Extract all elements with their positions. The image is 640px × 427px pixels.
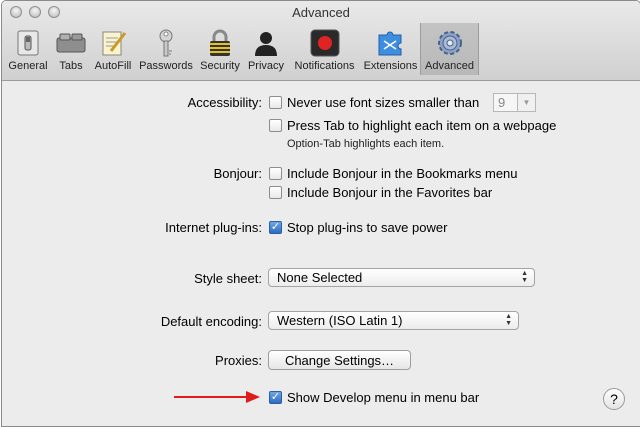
- internet-plugins-label: Internet plug-ins:: [165, 220, 262, 235]
- style-sheet-label: Style sheet:: [194, 271, 262, 286]
- press-tab-checkbox[interactable]: [269, 119, 282, 132]
- tab-label: Advanced: [425, 60, 474, 72]
- bonjour-favorites-option[interactable]: Include Bonjour in the Favorites bar: [269, 185, 492, 200]
- style-sheet-value: None Selected: [277, 270, 363, 285]
- tab-general[interactable]: General: [4, 23, 52, 75]
- stop-plugins-checkbox[interactable]: ✓: [269, 221, 282, 234]
- press-tab-option[interactable]: Press Tab to highlight each item on a we…: [269, 118, 556, 133]
- autofill-icon: [98, 28, 128, 58]
- notification-icon: [310, 28, 340, 58]
- default-encoding-label: Default encoding:: [160, 314, 262, 329]
- general-switch-icon: [13, 28, 43, 58]
- bonjour-label: Bonjour:: [213, 166, 262, 181]
- stop-plugins-label: Stop plug-ins to save power: [287, 220, 448, 235]
- tab-autofill[interactable]: AutoFill: [90, 23, 136, 75]
- default-encoding-value: Western (ISO Latin 1): [277, 313, 403, 328]
- tab-advanced[interactable]: Advanced: [420, 23, 479, 75]
- up-down-arrows-icon: ▲ ▼: [521, 270, 528, 284]
- show-develop-menu-option[interactable]: ✓ Show Develop menu in menu bar: [269, 390, 479, 405]
- min-font-size-select[interactable]: 9: [493, 93, 518, 112]
- key-icon: [151, 28, 181, 58]
- tab-label: Security: [200, 60, 240, 72]
- silhouette-icon: [251, 28, 281, 58]
- bonjour-bookmarks-option[interactable]: Include Bonjour in the Bookmarks menu: [269, 166, 518, 181]
- chevron-down-icon: ▼: [522, 98, 531, 107]
- red-arrow-annotation: [174, 391, 260, 403]
- tab-privacy[interactable]: Privacy: [244, 23, 288, 75]
- padlock-icon: [205, 28, 235, 58]
- stop-plugins-option[interactable]: ✓ Stop plug-ins to save power: [269, 220, 447, 235]
- min-font-size-checkbox[interactable]: [269, 96, 282, 109]
- checkmark-icon: ✓: [270, 391, 281, 403]
- show-develop-menu-checkbox[interactable]: ✓: [269, 391, 282, 404]
- tabs-icon: [56, 28, 86, 58]
- help-button[interactable]: ?: [603, 388, 625, 410]
- up-down-arrows-icon: ▲ ▼: [505, 313, 512, 327]
- tab-label: Privacy: [247, 60, 285, 72]
- press-tab-label: Press Tab to highlight each item on a we…: [287, 118, 557, 133]
- tab-passwords[interactable]: Passwords: [136, 23, 196, 75]
- title-bar: Advanced General Tabs AutoFill Passwords…: [2, 1, 640, 81]
- tab-tabs[interactable]: Tabs: [52, 23, 90, 75]
- min-font-size-value: 9: [498, 95, 506, 110]
- tab-label: AutoFill: [94, 60, 132, 72]
- option-tab-note: Option-Tab highlights each item.: [287, 138, 445, 150]
- gears-icon: [435, 28, 465, 58]
- puzzle-icon: [376, 28, 406, 58]
- tab-security[interactable]: Security: [196, 23, 244, 75]
- min-font-size-option[interactable]: Never use font sizes smaller than: [269, 95, 479, 110]
- bonjour-favorites-checkbox[interactable]: [269, 186, 282, 199]
- tab-label: Passwords: [139, 60, 193, 72]
- tab-label: Notifications: [294, 60, 355, 72]
- proxies-label: Proxies:: [215, 353, 262, 368]
- bonjour-bookmarks-label: Include Bonjour in the Bookmarks menu: [287, 166, 518, 181]
- window-title: Advanced: [292, 5, 350, 20]
- min-font-size-dropdown[interactable]: ▼: [518, 93, 536, 112]
- tab-extensions[interactable]: Extensions: [361, 23, 420, 75]
- show-develop-menu-label: Show Develop menu in menu bar: [287, 390, 480, 405]
- checkmark-icon: ✓: [270, 221, 281, 233]
- bonjour-bookmarks-checkbox[interactable]: [269, 167, 282, 180]
- tab-notifications[interactable]: Notifications: [288, 23, 361, 75]
- style-sheet-select[interactable]: None Selected ▲ ▼: [268, 268, 535, 287]
- preferences-window: Advanced General Tabs AutoFill Passwords…: [1, 0, 640, 427]
- accessibility-label: Accessibility:: [187, 95, 262, 110]
- default-encoding-select[interactable]: Western (ISO Latin 1) ▲ ▼: [268, 311, 519, 330]
- tab-label: Tabs: [59, 60, 83, 72]
- tab-label: General: [8, 60, 48, 72]
- preferences-toolbar: General Tabs AutoFill Passwords Security…: [4, 23, 479, 75]
- bonjour-favorites-label: Include Bonjour in the Favorites bar: [287, 185, 493, 200]
- min-font-size-label: Never use font sizes smaller than: [287, 95, 480, 110]
- change-settings-button[interactable]: Change Settings…: [268, 350, 411, 370]
- tab-label: Extensions: [363, 60, 418, 72]
